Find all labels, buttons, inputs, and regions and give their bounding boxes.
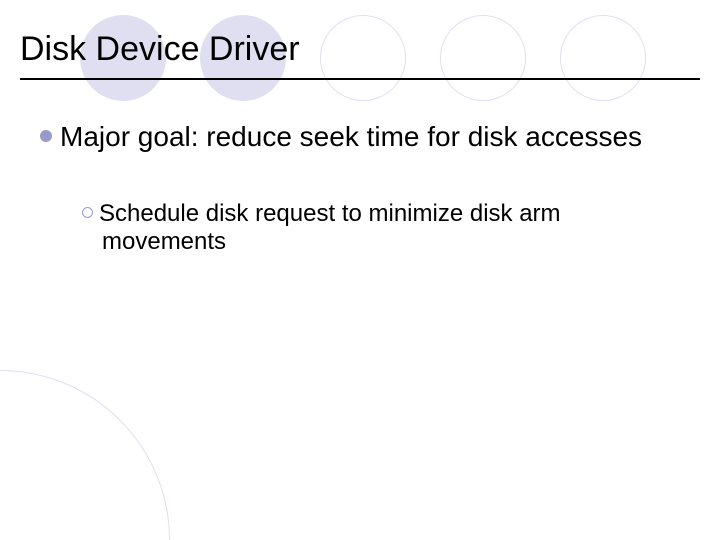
bg-circle-3 (320, 15, 406, 101)
slide-title: Disk Device Driver (20, 30, 300, 69)
bg-corner-arc (0, 370, 170, 540)
bg-circle-5 (560, 15, 646, 101)
circle-bullet-icon (82, 207, 93, 218)
bullet-level1: Major goal: reduce seek time for disk ac… (40, 120, 680, 153)
bullet-level2: Schedule disk request to minimize disk a… (82, 200, 672, 257)
title-underline (20, 78, 700, 80)
disc-bullet-icon (40, 130, 52, 142)
bg-circle-4 (440, 15, 526, 101)
bullet-level2-text: Schedule disk request to minimize disk a… (99, 200, 561, 255)
bullet-level1-text: Major goal: reduce seek time for disk ac… (60, 121, 642, 152)
